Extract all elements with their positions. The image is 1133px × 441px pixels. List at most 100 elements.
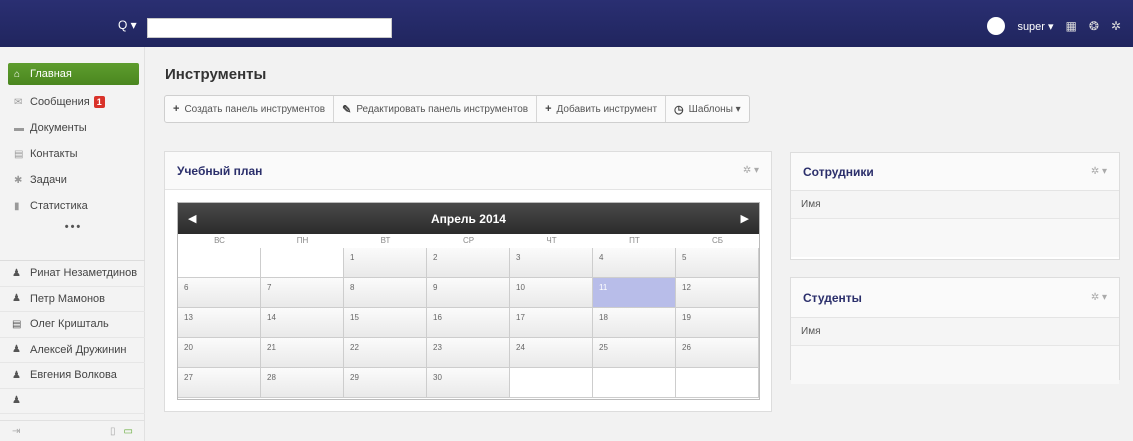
calendar-day[interactable]: 15	[344, 308, 427, 338]
calendar-day[interactable]: 13	[178, 308, 261, 338]
templates-dropdown-button[interactable]: ◷ Шаблоны ▾	[666, 96, 749, 122]
contact-item[interactable]: ▤ Олег Кришталь	[0, 312, 145, 338]
staff-panel: Сотрудники ✲ ▾ Имя	[790, 152, 1120, 260]
calendar: ◀ Апрель 2014 ▶ ВС ПН ВТ СР ЧТ ПТ СБ 123456789…	[177, 202, 760, 400]
gear-icon[interactable]: ✲ ▾	[743, 165, 759, 176]
calendar-day[interactable]: 17	[510, 308, 593, 338]
sidebar-item-statistics[interactable]: ▮ Статистика	[8, 193, 139, 219]
calendar-day[interactable]: 4	[593, 248, 676, 278]
calendar-day[interactable]: 18	[593, 308, 676, 338]
calendar-day[interactable]: 23	[427, 338, 510, 368]
button-label: Редактировать панель инструментов	[356, 103, 529, 115]
search-dropdown-icon[interactable]: Q ▾	[118, 18, 148, 38]
pin-icon: ✱	[14, 174, 23, 186]
weekday-label: СР	[462, 236, 475, 245]
home-icon: ⌂	[14, 68, 21, 80]
panel-header: Сотрудники ✲ ▾	[791, 153, 1119, 191]
next-month-icon[interactable]: ▶	[741, 212, 749, 225]
column-header-name[interactable]: Имя	[791, 318, 1119, 346]
contact-item[interactable]: ♟	[0, 389, 145, 414]
contact-item[interactable]: ♟ Алексей Дружинин	[0, 338, 145, 363]
sidebar-item-documents[interactable]: ▬ Документы	[8, 115, 139, 141]
sidebar-item-contacts[interactable]: ▤ Контакты	[8, 141, 139, 167]
gear-icon[interactable]: ✲	[1111, 19, 1121, 33]
weekday-label: ПН	[296, 236, 309, 245]
panel-title: Сотрудники	[803, 164, 874, 179]
calendar-empty-cell	[510, 368, 593, 398]
create-toolbar-button[interactable]: + Создать панель инструментов	[165, 96, 335, 122]
calendar-day[interactable]: 11	[593, 278, 676, 308]
bar-chart-icon: ▮	[14, 200, 20, 212]
toolbar: + Создать панель инструментов ✎ Редактир…	[164, 95, 750, 123]
calendar-day[interactable]: 24	[510, 338, 593, 368]
calendar-day[interactable]: 14	[261, 308, 344, 338]
page-title: Инструменты	[165, 66, 267, 83]
sidebar-item-tasks[interactable]: ✱ Задачи	[8, 167, 139, 193]
footer-icons: ▯ ▭	[110, 426, 133, 437]
mobile-icon[interactable]: ▯	[110, 426, 116, 437]
avatar[interactable]	[987, 17, 1006, 35]
calendar-day[interactable]: 20	[178, 338, 261, 368]
panel-header: Учебный план ✲ ▾	[165, 152, 771, 190]
calendar-day[interactable]: 3	[510, 248, 593, 278]
contact-name: Олег Кришталь	[30, 318, 109, 331]
panel-header: Студенты ✲ ▾	[791, 278, 1119, 318]
calendar-day[interactable]: 7	[261, 278, 344, 308]
pencil-icon: ✎	[342, 103, 352, 116]
contact-item[interactable]: ♟ Евгения Волкова	[0, 363, 145, 389]
user-menu[interactable]: super ▾	[1017, 20, 1053, 33]
calendar-day[interactable]: 16	[427, 308, 510, 338]
calendar-day[interactable]: 10	[510, 278, 593, 308]
folder-icon: ▬	[14, 122, 24, 134]
contact-item[interactable]: ♟ Ринат Незаметдинов	[0, 261, 145, 287]
sidebar-item-home[interactable]: ⌂ Главная	[8, 63, 139, 85]
clock-icon: ◷	[674, 103, 684, 116]
calendar-day[interactable]: 27	[178, 368, 261, 398]
search-input[interactable]	[147, 18, 392, 38]
gear-icon[interactable]: ✲ ▾	[1091, 166, 1107, 177]
prev-month-icon[interactable]: ◀	[188, 212, 196, 225]
weekday-label: ВС	[214, 236, 225, 245]
calendar-day[interactable]: 28	[261, 368, 344, 398]
calendar-day[interactable]: 19	[676, 308, 759, 338]
contact-name: Алексей Дружинин	[30, 343, 127, 356]
more-menu-button[interactable]: •••	[8, 221, 139, 233]
calendar-grid: 1 2 3 4 5 6 7 8 9 10 11 12 13 14 15 16 17 18 19 20 21 22 23 24 2…	[178, 248, 759, 398]
calendar-day[interactable]: 9	[427, 278, 510, 308]
person-icon: ♟	[12, 293, 21, 305]
calendar-empty-cell	[676, 368, 759, 398]
globe-icon[interactable]: ❂	[1089, 19, 1099, 33]
panel-title: Студенты	[803, 290, 862, 305]
students-panel: Студенты ✲ ▾ Имя	[790, 277, 1120, 384]
contact-card-icon: ▤	[12, 318, 22, 330]
calendar-day[interactable]: 30	[427, 368, 510, 398]
calendar-day[interactable]: 6	[178, 278, 261, 308]
calendar-day[interactable]: 26	[676, 338, 759, 368]
calendar-day[interactable]: 29	[344, 368, 427, 398]
add-tool-button[interactable]: + Добавить инструмент	[537, 96, 667, 122]
calendar-icon[interactable]: ▦	[1066, 19, 1077, 33]
top-navigation-bar: Q ▾ super ▾ ▦ ❂ ✲	[0, 0, 1133, 47]
weekday-label: СБ	[711, 236, 724, 245]
logout-icon[interactable]: ⇥	[12, 426, 20, 437]
sidebar-item-label: Задачи	[30, 174, 67, 186]
edit-toolbar-button[interactable]: ✎ Редактировать панель инструментов	[334, 96, 538, 122]
calendar-day[interactable]: 5	[676, 248, 759, 278]
calendar-day[interactable]: 22	[344, 338, 427, 368]
person-icon: ♟	[12, 267, 21, 279]
sidebar-item-messages[interactable]: ✉ Сообщения 1	[8, 89, 139, 115]
contact-name: Петр Мамонов	[30, 292, 105, 305]
calendar-empty-cell	[261, 248, 344, 278]
column-header-name[interactable]: Имя	[791, 191, 1119, 219]
calendar-day[interactable]: 12	[676, 278, 759, 308]
chat-icon[interactable]: ▭	[124, 426, 133, 437]
calendar-day[interactable]: 1	[344, 248, 427, 278]
user-area: super ▾ ▦ ❂ ✲	[987, 15, 1121, 37]
calendar-day[interactable]: 8	[344, 278, 427, 308]
calendar-day[interactable]: 21	[261, 338, 344, 368]
calendar-day[interactable]: 25	[593, 338, 676, 368]
contact-item[interactable]: ♟ Петр Мамонов	[0, 287, 145, 312]
gear-icon[interactable]: ✲ ▾	[1091, 292, 1107, 303]
envelope-icon: ✉	[14, 96, 23, 108]
calendar-day[interactable]: 2	[427, 248, 510, 278]
